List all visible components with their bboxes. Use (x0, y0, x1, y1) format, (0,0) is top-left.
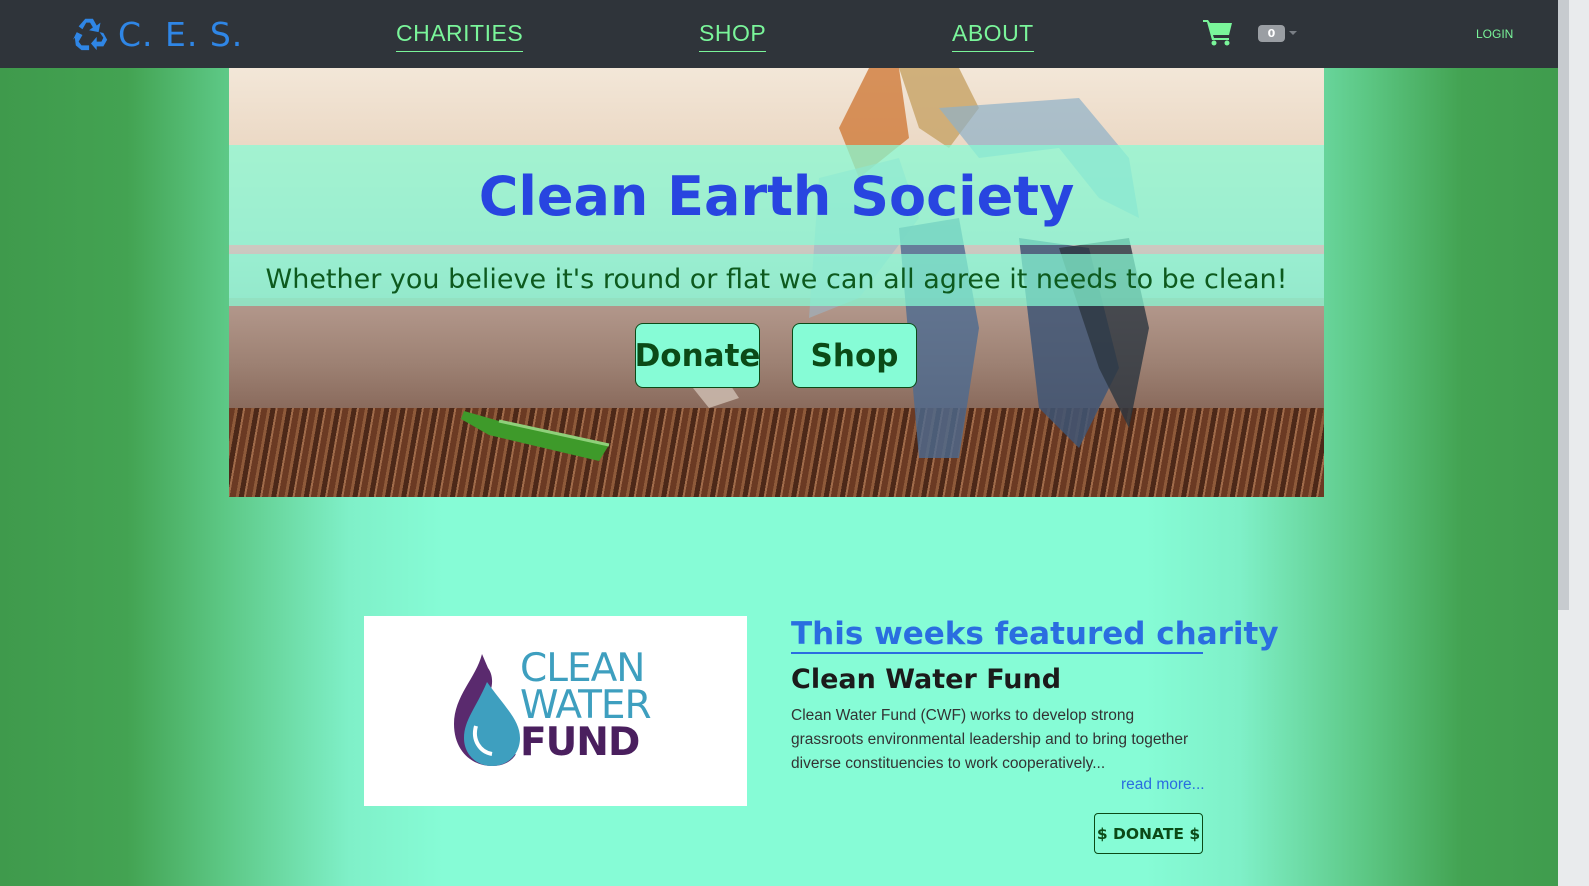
featured-donate-button[interactable]: $ DONATE $ (1094, 813, 1203, 854)
hero-subtitle: Whether you believe it's round or flat w… (265, 264, 1288, 295)
login-link[interactable]: LOGIN (1476, 27, 1513, 41)
hero-title: Clean Earth Society (478, 165, 1075, 228)
shopping-cart-icon[interactable] (1203, 18, 1233, 46)
scrollbar-thumb[interactable] (1558, 0, 1569, 610)
recycle-icon (72, 18, 108, 51)
hero-shop-button[interactable]: Shop (792, 323, 917, 388)
logo-line-fund: FUND (520, 720, 640, 765)
hero-donate-button[interactable]: Donate (635, 323, 760, 388)
brand-logo[interactable]: C. E. S. (72, 14, 243, 54)
brand-text: C. E. S. (118, 14, 244, 54)
featured-charity-name: Clean Water Fund (791, 664, 1062, 695)
chevron-down-icon[interactable] (1289, 31, 1297, 35)
green-bottle-illustration (461, 411, 610, 461)
nav-link-shop[interactable]: SHOP (699, 20, 767, 52)
nav-link-about[interactable]: ABOUT (952, 20, 1034, 52)
hero-banner: Clean Earth Society Whether you believe … (229, 68, 1324, 497)
logo-wordmark: CLEAN WATER FUND (520, 646, 652, 765)
featured-charity-description: Clean Water Fund (CWF) works to develop … (791, 707, 1189, 772)
featured-charity-logo[interactable]: CLEAN WATER FUND (364, 616, 747, 806)
nav-link-charities[interactable]: CHARITIES (396, 20, 524, 52)
cart-count-badge[interactable]: 0 (1258, 25, 1285, 42)
top-navbar: C. E. S. CHARITIES SHOP ABOUT 0 LOGIN (0, 0, 1558, 68)
featured-charity-heading: This weeks featured charity (791, 616, 1279, 654)
logo-line-water: WATER (520, 683, 652, 728)
read-more-link[interactable]: read more... (1121, 776, 1205, 794)
logo-line-clean: CLEAN (520, 646, 645, 691)
